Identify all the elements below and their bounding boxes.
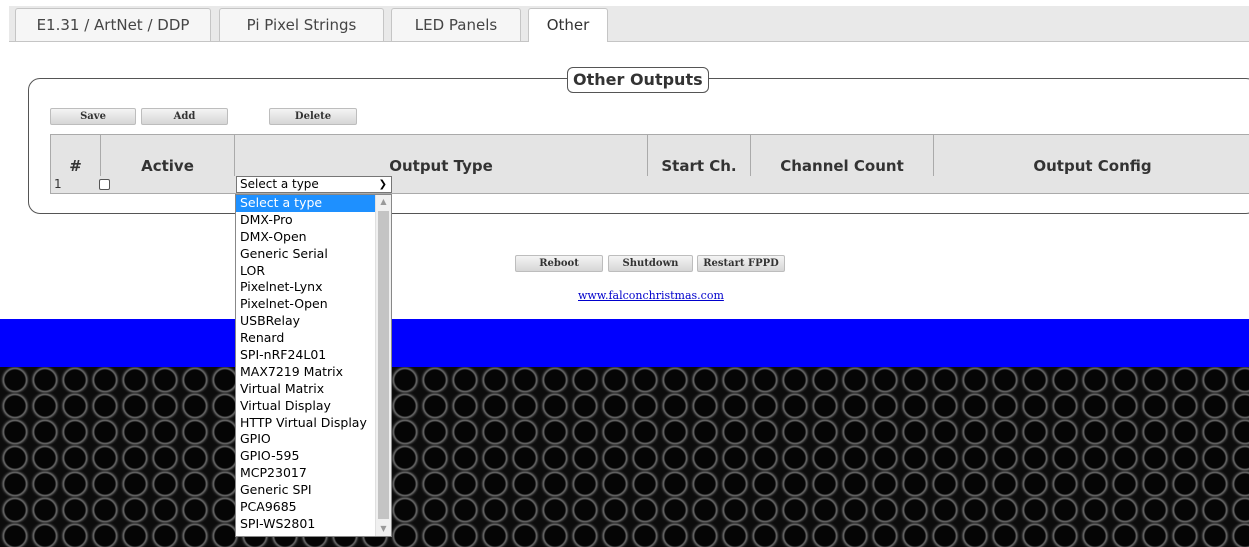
- dropdown-option[interactable]: Generic Serial: [236, 246, 375, 263]
- scroll-up-arrow-icon[interactable]: ▲: [376, 195, 391, 209]
- tab-other[interactable]: Other: [528, 8, 608, 42]
- dropdown-option[interactable]: Renard: [236, 330, 375, 347]
- dropdown-option[interactable]: Pixelnet-Open: [236, 296, 375, 313]
- column-header-start-channel: Start Ch.: [648, 135, 751, 176]
- reboot-button[interactable]: Reboot: [515, 255, 603, 272]
- dropdown-option[interactable]: PCA9685: [236, 499, 375, 516]
- dropdown-option[interactable]: DMX-Open: [236, 229, 375, 246]
- output-type-selected-value: Select a type: [240, 177, 319, 191]
- row-number: 1: [54, 177, 62, 191]
- dropdown-option[interactable]: DMX-Pro: [236, 212, 375, 229]
- dropdown-option[interactable]: Pixelnet-Lynx: [236, 279, 375, 296]
- add-button[interactable]: Add: [141, 108, 228, 125]
- tab-pi-pixel-strings[interactable]: Pi Pixel Strings: [219, 8, 384, 41]
- column-header-number: #: [51, 135, 101, 176]
- dropdown-option[interactable]: Virtual Matrix: [236, 381, 375, 398]
- dropdown-option[interactable]: MAX7219 Matrix: [236, 364, 375, 381]
- dropdown-option[interactable]: Select a type: [236, 195, 375, 212]
- tab-led-panels[interactable]: LED Panels: [391, 8, 521, 41]
- scrollbar-thumb[interactable]: [378, 211, 389, 519]
- column-header-output-config: Output Config: [1033, 157, 1152, 175]
- dropdown-option[interactable]: Generic SPI: [236, 482, 375, 499]
- delete-button[interactable]: Delete: [269, 108, 357, 125]
- speaker-grille-background: [0, 367, 1249, 547]
- dropdown-options: Select a type DMX-Pro DMX-Open Generic Seri…: [236, 195, 391, 533]
- output-type-select[interactable]: Select a type ❯: [236, 176, 392, 193]
- output-type-dropdown-list[interactable]: Select a type DMX-Pro DMX-Open Generic Seri…: [235, 194, 392, 537]
- active-checkbox[interactable]: [99, 179, 110, 190]
- tab-e131-artnet-ddp[interactable]: E1.31 / ArtNet / DDP: [15, 8, 211, 41]
- scroll-down-arrow-icon[interactable]: ▼: [376, 522, 391, 536]
- dropdown-option[interactable]: Virtual Display: [236, 398, 375, 415]
- column-header-channel-count: Channel Count: [751, 135, 934, 176]
- dropdown-option[interactable]: USBRelay: [236, 313, 375, 330]
- chevron-down-icon: ❯: [378, 179, 387, 190]
- falcon-christmas-link[interactable]: www.falconchristmas.com: [578, 289, 724, 302]
- dropdown-option[interactable]: MCP23017: [236, 465, 375, 482]
- restart-fppd-button[interactable]: Restart FPPD: [697, 255, 785, 272]
- dropdown-scrollbar[interactable]: ▲ ▼: [375, 195, 391, 536]
- dropdown-option[interactable]: SPI-nRF24L01: [236, 347, 375, 364]
- shutdown-button[interactable]: Shutdown: [608, 255, 693, 272]
- table-row: 1 Select a type ❯: [51, 176, 1249, 194]
- column-header-output-type: Output Type: [235, 135, 648, 176]
- section-title: Other Outputs: [567, 67, 709, 93]
- dropdown-option[interactable]: SPI-WS2801: [236, 516, 375, 533]
- dropdown-option[interactable]: LOR: [236, 263, 375, 280]
- column-header-active: Active: [101, 135, 235, 176]
- dropdown-option[interactable]: HTTP Virtual Display: [236, 415, 375, 432]
- save-button[interactable]: Save: [50, 108, 136, 125]
- tab-bar: E1.31 / ArtNet / DDP Pi Pixel Strings LE…: [9, 6, 1249, 42]
- header-banner-bar: [0, 319, 1249, 367]
- dropdown-option[interactable]: GPIO: [236, 431, 375, 448]
- dropdown-option[interactable]: GPIO-595: [236, 448, 375, 465]
- outputs-table: # Active Output Type Start Ch. Channel C…: [50, 134, 1249, 194]
